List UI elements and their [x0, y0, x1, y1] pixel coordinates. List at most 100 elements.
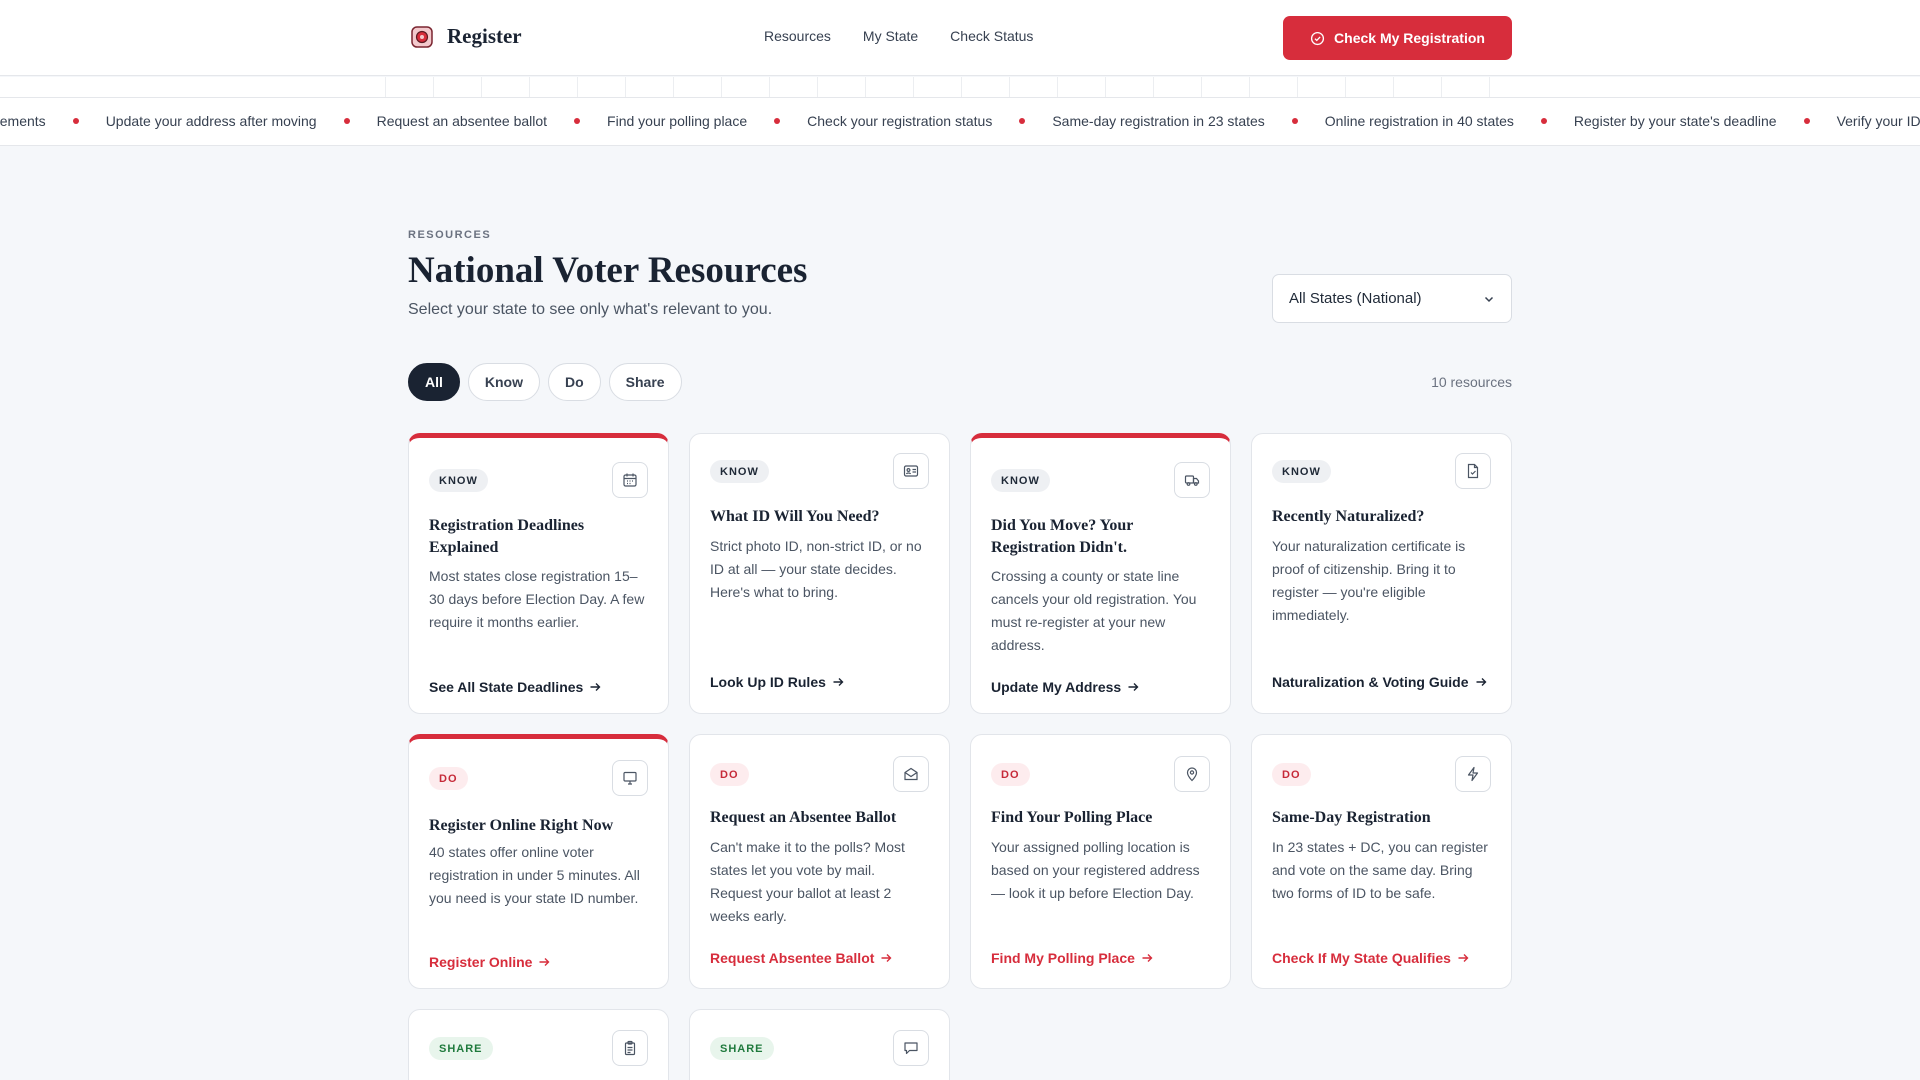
card-tag: KNOW: [429, 469, 488, 492]
card-description: 40 states offer online voter registratio…: [429, 844, 640, 906]
ticker-item: Verify your ID: [1836, 113, 1920, 129]
card-link[interactable]: Look Up ID Rules: [710, 674, 844, 690]
card-description: Your assigned polling location is based …: [991, 839, 1200, 901]
card-title: What ID Will You Need?: [710, 508, 880, 525]
card-link-label: Find My Polling Place: [991, 950, 1135, 966]
resource-card[interactable]: DO Register Online Right Now 40 states o…: [408, 734, 669, 989]
page-subtitle: Select your state to see only what's rel…: [408, 301, 773, 318]
ticker-item: Same-day registration in 23 states: [1052, 113, 1265, 129]
site-header: Register Resources My State Check Status…: [0, 0, 1920, 76]
resource-card[interactable]: DO Find Your Polling Place Your assigned…: [970, 734, 1231, 989]
card-description: Crossing a county or state line cancels …: [991, 568, 1197, 653]
resource-card[interactable]: KNOW What ID Will You Need? Strict photo…: [689, 433, 950, 714]
card-link-label: Naturalization & Voting Guide: [1272, 674, 1469, 690]
card-link[interactable]: See All State Deadlines: [429, 679, 601, 695]
resource-card[interactable]: DO Same-Day Registration In 23 states + …: [1251, 734, 1512, 989]
ticker-track: irements Update your address after movin…: [0, 113, 1920, 129]
card-link-label: See All State Deadlines: [429, 679, 584, 695]
card-link-label: Register Online: [429, 954, 533, 970]
resource-card[interactable]: KNOW Did You Move? Your Registration Did…: [970, 433, 1231, 714]
card-tag: KNOW: [1272, 460, 1331, 483]
ticker-dot: [343, 118, 350, 124]
card-tag: DO: [991, 763, 1030, 786]
grid-band: [0, 77, 1920, 97]
ticker-dot: [1291, 118, 1298, 124]
mail-icon: [893, 756, 929, 792]
ticker-dot: [1019, 118, 1026, 124]
document-icon: [1455, 453, 1491, 489]
card-title: Did You Move? Your Registration Didn't.: [991, 517, 1134, 556]
ticker-item: Update your address after moving: [105, 113, 317, 129]
ticker-dot: [1803, 118, 1810, 124]
card-link[interactable]: Update My Address: [991, 679, 1139, 695]
arrow-right-icon: [1128, 683, 1139, 691]
nav-resources[interactable]: Resources: [764, 28, 831, 44]
arrow-right-icon: [539, 958, 550, 966]
id-card-icon: [893, 453, 929, 489]
section-eyebrow: RESOURCES: [408, 229, 492, 241]
brand-logo-icon: [411, 25, 433, 48]
resource-card[interactable]: DO Request an Absentee Ballot Can't make…: [689, 734, 950, 989]
card-link[interactable]: Find My Polling Place: [991, 950, 1153, 966]
card-tag: DO: [710, 763, 749, 786]
calendar-icon: [612, 462, 648, 498]
arrow-right-icon: [1476, 678, 1487, 686]
resource-card[interactable]: SHARE: [408, 1009, 669, 1080]
card-description: Can't make it to the polls? Most states …: [710, 839, 905, 924]
ticker-item: Find your polling place: [607, 113, 748, 129]
card-tag: SHARE: [429, 1037, 493, 1060]
filter-know[interactable]: Know: [467, 363, 540, 401]
card-description: In 23 states + DC, you can register and …: [1272, 839, 1488, 901]
grid-lines: [385, 77, 1535, 97]
ticker-dot: [1540, 118, 1547, 124]
card-link-label: Request Absentee Ballot: [710, 950, 875, 966]
card-tag: KNOW: [710, 460, 769, 483]
brand[interactable]: Register: [411, 24, 522, 49]
ticker-item: Online registration in 40 states: [1324, 113, 1514, 129]
card-title: Request an Absentee Ballot: [710, 809, 897, 826]
card-tag: DO: [429, 767, 468, 790]
arrow-right-icon: [1142, 954, 1153, 962]
main-nav: Resources My State Check Status: [764, 28, 1033, 44]
check-registration-label: Check My Registration: [1334, 30, 1485, 46]
nav-check-status[interactable]: Check Status: [950, 28, 1033, 44]
check-circle-icon: [1310, 31, 1325, 45]
resource-card[interactable]: KNOW Recently Naturalized? Your naturali…: [1251, 433, 1512, 714]
filter-do[interactable]: Do: [548, 363, 601, 401]
monitor-icon: [612, 760, 648, 796]
resource-count: 10 resources: [1431, 374, 1512, 390]
card-link[interactable]: Request Absentee Ballot: [710, 950, 892, 966]
nav-my-state[interactable]: My State: [863, 28, 918, 44]
chevron-down-icon: [1484, 296, 1494, 302]
state-select-value: All States (National): [1289, 290, 1422, 307]
state-select[interactable]: All States (National): [1272, 274, 1512, 323]
filter-pills: All Know Do Share: [408, 363, 682, 401]
card-tag: DO: [1272, 763, 1311, 786]
card-title: Same-Day Registration: [1272, 809, 1431, 826]
truck-icon: [1174, 462, 1210, 498]
resource-card[interactable]: KNOW Registration Deadlines Explained Mo…: [408, 433, 669, 714]
card-description: Strict photo ID, non-strict ID, or no ID…: [710, 538, 922, 600]
clipboard-icon: [612, 1030, 648, 1066]
arrow-right-icon: [590, 683, 601, 691]
page-title: National Voter Resources: [408, 250, 808, 291]
map-pin-icon: [1174, 756, 1210, 792]
card-title: Register Online Right Now: [429, 817, 614, 834]
ticker-item: Check your registration status: [807, 113, 993, 129]
info-ticker: irements Update your address after movin…: [0, 97, 1920, 146]
arrow-right-icon: [833, 678, 844, 686]
card-description: Your naturalization certificate is proof…: [1272, 538, 1466, 623]
filter-all[interactable]: All: [408, 363, 460, 401]
resource-card[interactable]: SHARE: [689, 1009, 950, 1080]
arrow-right-icon: [1458, 954, 1469, 962]
check-registration-button[interactable]: Check My Registration: [1283, 16, 1512, 60]
card-link[interactable]: Register Online: [429, 954, 550, 970]
ticker-item: Request an absentee ballot: [376, 113, 548, 129]
card-link[interactable]: Check If My State Qualifies: [1272, 950, 1469, 966]
card-link[interactable]: Naturalization & Voting Guide: [1272, 674, 1487, 690]
card-tag: SHARE: [710, 1037, 774, 1060]
ticker-dot: [574, 118, 581, 124]
chat-icon: [893, 1030, 929, 1066]
card-title: Find Your Polling Place: [991, 809, 1153, 826]
filter-share[interactable]: Share: [608, 363, 682, 401]
